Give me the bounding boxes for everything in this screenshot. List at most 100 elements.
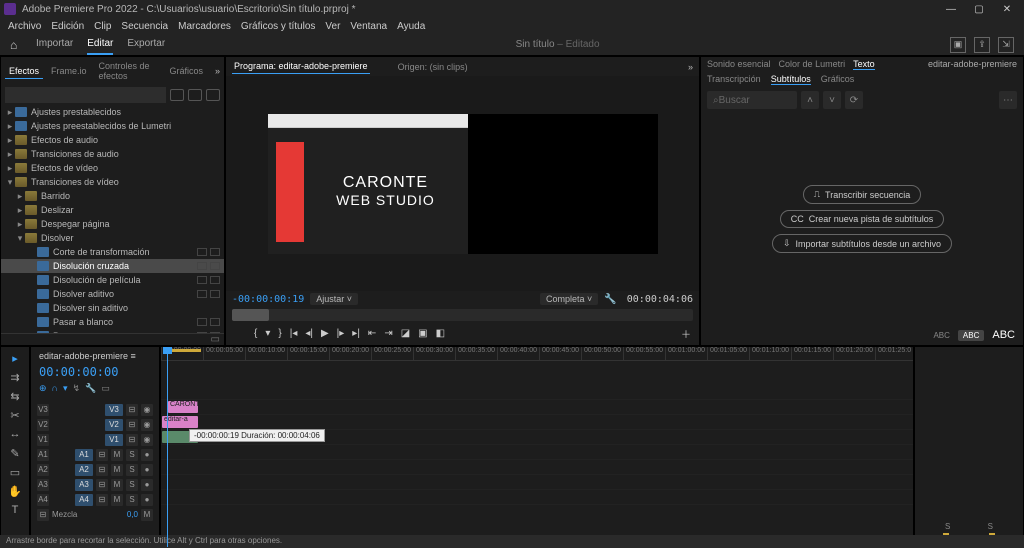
track-a2[interactable] [161, 445, 913, 460]
track-head-mix[interactable]: ⊟Mezcla0,0M [35, 507, 155, 522]
menu-ventana[interactable]: Ventana [350, 21, 387, 32]
camera-icon[interactable]: ▣ [418, 328, 427, 339]
track-v1[interactable]: editar-a [161, 415, 913, 430]
subtab-transcripcion[interactable]: Transcripción [707, 74, 761, 85]
program-tc-left[interactable]: -00:00:00:19 [232, 294, 304, 305]
close-button[interactable]: ✕ [994, 2, 1020, 16]
link-icon[interactable]: ∩ [52, 383, 58, 394]
create-caption-button[interactable]: CCCrear nueva pista de subtítulos [780, 210, 945, 228]
nav-down-icon[interactable]: ˅ [823, 91, 841, 109]
workspace-icon-2[interactable]: ⇪ [974, 37, 990, 53]
cc-track-icon[interactable]: ▭ [101, 383, 110, 394]
go-in-icon[interactable]: |◂ [290, 328, 298, 339]
step-back-icon[interactable]: ◂| [305, 328, 313, 339]
mark-out-icon[interactable]: } [278, 328, 281, 339]
menu-clip[interactable]: Clip [94, 21, 111, 32]
track-a4[interactable] [161, 475, 913, 490]
slip-tool-icon[interactable]: ↔ [8, 427, 22, 441]
import-caption-button[interactable]: ⇩Importar subtítulos desde un archivo [772, 234, 952, 253]
fx-item[interactable]: Disolución cruzada [1, 259, 224, 273]
more-icon[interactable]: ⋯ [999, 91, 1017, 109]
program-tab[interactable]: Programa: editar-adobe-premiere [232, 59, 370, 74]
program-viewport[interactable]: CARONTE WEB STUDIO [226, 76, 699, 291]
ripple-tool-icon[interactable]: ⇆ [8, 389, 22, 403]
fx-item[interactable]: ▸Barrido [1, 189, 224, 203]
sequence-tab[interactable]: editar-adobe-premiere [39, 351, 128, 361]
filter-box-1[interactable] [170, 89, 184, 101]
ws-tab-importar[interactable]: Importar [36, 34, 73, 55]
transcribe-button[interactable]: ⎍Transcribir secuencia [803, 185, 922, 204]
track-head-v2[interactable]: V2V2⊟ [35, 417, 155, 432]
work-area-bar[interactable] [167, 349, 201, 352]
fx-item[interactable]: ▸Transiciones de audio [1, 147, 224, 161]
minimize-button[interactable]: — [938, 2, 964, 16]
track-head-a1[interactable]: A1A1⊟MS● [35, 447, 155, 462]
tab-texto[interactable]: Texto [853, 59, 875, 70]
snap-icon[interactable]: ⊕ [39, 383, 47, 394]
fx-item[interactable]: ▸Efectos de vídeo [1, 161, 224, 175]
play-icon[interactable]: ▶ [321, 328, 329, 339]
tab-efectos[interactable]: Efectos [5, 64, 43, 79]
subtab-subtitulos[interactable]: Subtítulos [771, 74, 811, 85]
fx-item[interactable]: Corte de transformación [1, 245, 224, 259]
workspace-icon-1[interactable]: ▣ [950, 37, 966, 53]
home-icon[interactable]: ⌂ [10, 38, 24, 52]
panel-menu-icon[interactable]: » [688, 62, 693, 72]
panel-menu-icon[interactable]: » [215, 66, 220, 76]
track-head-v1[interactable]: V1V1⊟ [35, 432, 155, 447]
go-out-icon[interactable]: ▸| [352, 328, 360, 339]
track-select-tool-icon[interactable]: ⇉ [8, 370, 22, 384]
fx-item[interactable]: Pasar a blanco [1, 315, 224, 329]
fx-item[interactable]: ▾Disolver [1, 231, 224, 245]
fx-item[interactable]: ▸Despegar página [1, 217, 224, 231]
lift-icon[interactable]: ⇤ [368, 328, 376, 339]
fx-item[interactable]: Disolver aditivo [1, 287, 224, 301]
playhead[interactable] [167, 347, 168, 547]
extract-icon[interactable]: ⇥ [384, 328, 392, 339]
fx-item[interactable]: Disolver sin aditivo [1, 301, 224, 315]
fx-item[interactable]: ▸Efectos de audio [1, 133, 224, 147]
track-v3[interactable] [161, 385, 913, 400]
menu-archivo[interactable]: Archivo [8, 21, 41, 32]
filter-box-3[interactable] [206, 89, 220, 101]
wrench-icon[interactable]: 🔧 [85, 383, 96, 394]
time-ruler[interactable]: 00:00:00:0000:00:05:0000:00:10:0000:00:1… [161, 347, 913, 361]
track-head-a2[interactable]: A2A2⊟MS● [35, 462, 155, 477]
text-search-input[interactable]: ⌕ Buscar [707, 91, 797, 109]
marker-icon[interactable]: ▾ [63, 383, 68, 394]
selection-tool-icon[interactable]: ▸ [8, 351, 22, 365]
tab-controles[interactable]: Controles de efectos [95, 59, 162, 83]
menu-secuencia[interactable]: Secuencia [121, 21, 168, 32]
refresh-icon[interactable]: ⟳ [845, 91, 863, 109]
tab-sonido[interactable]: Sonido esencial [707, 59, 771, 70]
new-bin-icon[interactable]: ▭ [211, 334, 220, 345]
source-tab[interactable]: Origen: (sin clips) [396, 60, 470, 74]
fx-item[interactable]: ▾Transiciones de vídeo [1, 175, 224, 189]
menu-gráficos y títulos[interactable]: Gráficos y títulos [241, 21, 315, 32]
razor-tool-icon[interactable]: ✂ [8, 408, 22, 422]
program-scrubber[interactable] [232, 309, 693, 321]
subtab-graficos[interactable]: Gráficos [821, 74, 855, 85]
button-editor-icon[interactable]: ＋ [681, 326, 699, 341]
effects-tree[interactable]: ▸Ajustes prestablecidos▸Ajustes preestab… [1, 105, 224, 333]
timeline-tc[interactable]: 00:00:00:00 [35, 363, 155, 381]
rectangle-tool-icon[interactable]: ▭ [8, 465, 22, 479]
abc-style-3[interactable]: ABC [992, 329, 1015, 341]
fx-item[interactable]: ▸Deslizar [1, 203, 224, 217]
clip-caronte[interactable]: CARONTE [168, 401, 198, 413]
ws-tab-editar[interactable]: Editar [87, 34, 113, 55]
compare-icon[interactable]: ◧ [436, 328, 445, 339]
step-fwd-icon[interactable]: |▸ [337, 328, 345, 339]
filter-box-2[interactable] [188, 89, 202, 101]
hand-tool-icon[interactable]: ✋ [8, 484, 22, 498]
fit-dropdown[interactable]: Ajustar ˅ [310, 293, 358, 305]
abc-style-1[interactable]: ABC [933, 331, 949, 340]
type-tool-icon[interactable]: T [8, 503, 22, 517]
menu-ayuda[interactable]: Ayuda [397, 21, 425, 32]
ws-tab-exportar[interactable]: Exportar [127, 34, 165, 55]
menu-edición[interactable]: Edición [51, 21, 84, 32]
pen-tool-icon[interactable]: ✎ [8, 446, 22, 460]
effects-search-input[interactable] [5, 87, 166, 103]
wrench-icon[interactable]: 🔧 [604, 294, 616, 305]
fx-item[interactable]: Disolución de película [1, 273, 224, 287]
